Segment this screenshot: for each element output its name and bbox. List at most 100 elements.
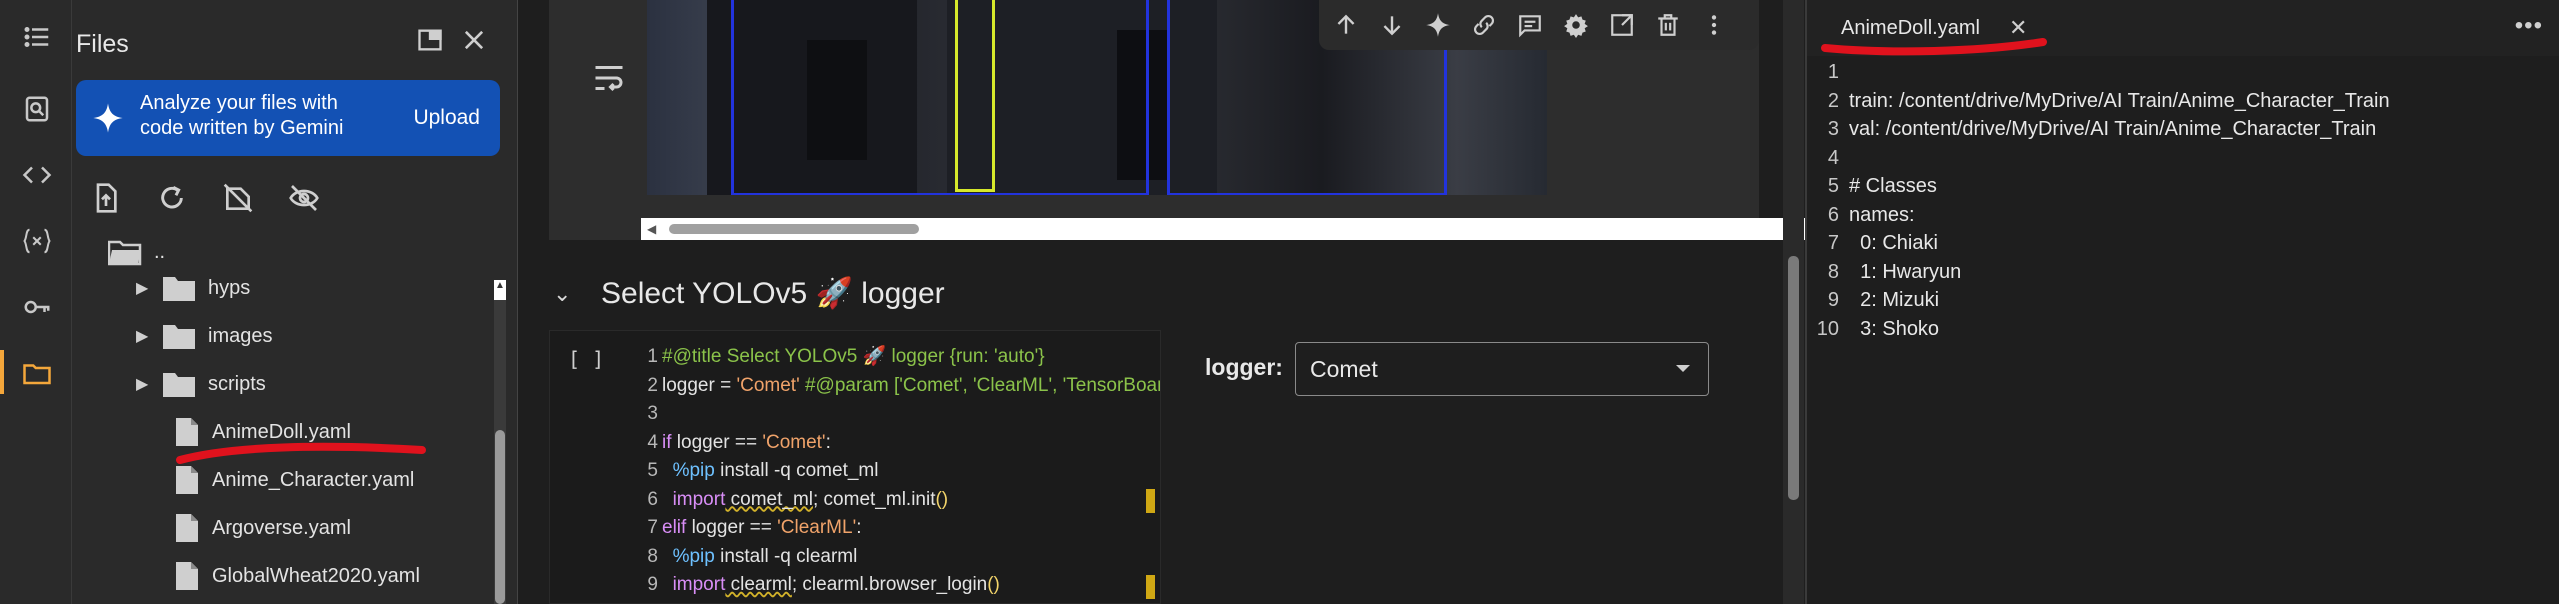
code-editor[interactable]: 1 #@title Select YOLOv5 🚀 logger {run: 'a… [630,343,1160,600]
editor-line-text: 1: Hwaryun [1849,260,1962,283]
delete-trash-icon[interactable] [1653,10,1683,40]
files-panel: Files Analyze your files with code writt… [72,0,518,604]
output-horizontal-scrollbar[interactable]: ◀ ▶ [641,218,1806,240]
gemini-spark-icon [93,103,123,133]
link-icon[interactable] [1469,10,1499,40]
folder-icon [163,277,195,301]
code-line: 4 if logger == 'Comet': [630,429,1160,458]
left-rail [0,0,72,604]
editor-line-text: val: /content/drive/MyDrive/AI Train/Ani… [1849,118,2377,140]
editor-line-text: train: /content/drive/MyDrive/AI Train/A… [1849,89,2390,112]
tree-file-globalwheat[interactable]: GlobalWheat2020.yaml [174,556,420,596]
move-down-icon[interactable] [1377,10,1407,40]
bounding-box [731,0,1149,195]
code-token: %pip [672,460,715,481]
folder-icon [163,325,195,349]
code-token: ; clearml.browser_login [791,574,988,595]
logger-dropdown[interactable]: Comet [1295,342,1709,396]
more-horizontal-icon[interactable]: ••• [2515,12,2543,40]
secrets-key-icon[interactable] [18,288,56,326]
file-icon [176,562,198,590]
editor-line: 7 0: Chiaki [1815,229,2390,258]
files-title: Files [76,30,129,58]
scrollbar-thumb[interactable] [1788,256,1799,500]
upload-button[interactable]: Upload [413,106,480,130]
code-snippets-icon[interactable] [18,156,56,194]
caret-right-icon[interactable]: ▶ [136,374,162,394]
parent-directory[interactable]: .. [108,232,165,272]
run-cell-button[interactable]: [ ] [568,347,604,371]
line-number: 4 [647,431,658,453]
tree-folder-scripts[interactable]: ▶ scripts [136,364,266,404]
code-token: elif [662,517,687,538]
variables-icon[interactable] [18,222,56,260]
line-number: 7 [1827,232,1839,254]
gemini-upload-card[interactable]: Analyze your files with code written by … [76,80,500,156]
scroll-up-arrow[interactable]: ▲ [494,280,506,300]
close-icon[interactable] [456,22,492,58]
find-replace-icon[interactable] [18,90,56,128]
open-in-tab-icon[interactable] [1607,10,1637,40]
comment-icon[interactable] [1515,10,1545,40]
line-number: 6 [1827,203,1839,226]
red-pen-annotation [1821,38,2047,56]
open-in-tab-icon[interactable] [412,22,448,58]
editor-line: 2 train: /content/drive/MyDrive/AI Train/… [1815,87,2390,116]
notebook-scrollbar[interactable] [1783,0,1804,604]
editor-line: 1 [1815,58,2390,87]
caret-right-icon[interactable]: ▶ [136,326,162,346]
line-number: 2 [647,374,658,396]
unmount-drive-icon[interactable] [218,178,258,218]
gemini-spark-icon[interactable] [1423,10,1453,40]
code-token: 'ClearML' [777,517,857,538]
code-cell[interactable]: [ ] 1 #@title Select YOLOv5 🚀 logger {run… [549,330,1161,604]
scroll-left-arrow[interactable]: ◀ [647,222,656,236]
caret-right-icon[interactable]: ▶ [136,278,162,298]
line-number: 10 [1816,317,1839,340]
logger-selected-value: Comet [1310,356,1378,382]
tree-folder-images[interactable]: ▶ images [136,316,272,356]
hide-files-eye-icon[interactable] [284,178,324,218]
tree-item-label: Argoverse.yaml [212,516,351,539]
code-token: : [856,517,862,538]
upload-file-icon[interactable] [86,178,126,218]
line-number: 1 [1827,61,1839,83]
move-up-icon[interactable] [1331,10,1361,40]
cell-toolbar [1319,0,1759,50]
editor-line-text: 3: Shoko [1849,317,1940,340]
gear-icon[interactable] [1561,10,1591,40]
line-number: 7 [647,517,658,538]
more-vertical-icon[interactable] [1699,10,1729,40]
yaml-editor[interactable]: 1 2 train: /content/drive/MyDrive/AI Train… [1815,58,2390,343]
tree-file-argoverse[interactable]: Argoverse.yaml [174,508,351,548]
table-of-contents-icon[interactable] [18,18,56,56]
refresh-icon[interactable] [152,178,192,218]
editor-line: 6 names: [1815,201,2390,230]
tree-folder-hyps[interactable]: ▶ hyps [136,268,250,308]
tree-item-label: hyps [208,276,251,299]
files-folder-icon[interactable] [18,354,56,392]
notebook-area: ◀ ▶ ⌄ Select YOLOv5 🚀 logger [ ] 1#@titl… [519,0,1806,604]
code-token: if [662,431,672,453]
code-token: 'Comet' [736,374,800,396]
code-token: logger = [662,374,737,396]
editor-tab[interactable]: AnimeDoll.yaml ✕ ••• [1807,0,2559,56]
scrollbar-thumb[interactable] [669,224,919,234]
code-token: #@title Select YOLOv5 🚀 logger {run: 'au… [662,346,1045,367]
tree-file-anime-character[interactable]: Anime_Character.yaml [174,460,414,500]
scrollbar-thumb[interactable] [495,430,505,604]
file-icon [176,514,198,542]
code-token: import [672,488,726,510]
files-scrollbar[interactable]: ▲ [494,280,506,604]
output-actions-icon[interactable] [591,60,627,96]
section-collapse-chevron-icon[interactable]: ⌄ [553,281,571,307]
code-token: clearml [725,574,792,595]
dropdown-arrow-icon [1676,365,1690,372]
file-icon [176,466,198,494]
code-token: install -q clearml [714,545,858,567]
line-number: 5 [1827,175,1839,197]
